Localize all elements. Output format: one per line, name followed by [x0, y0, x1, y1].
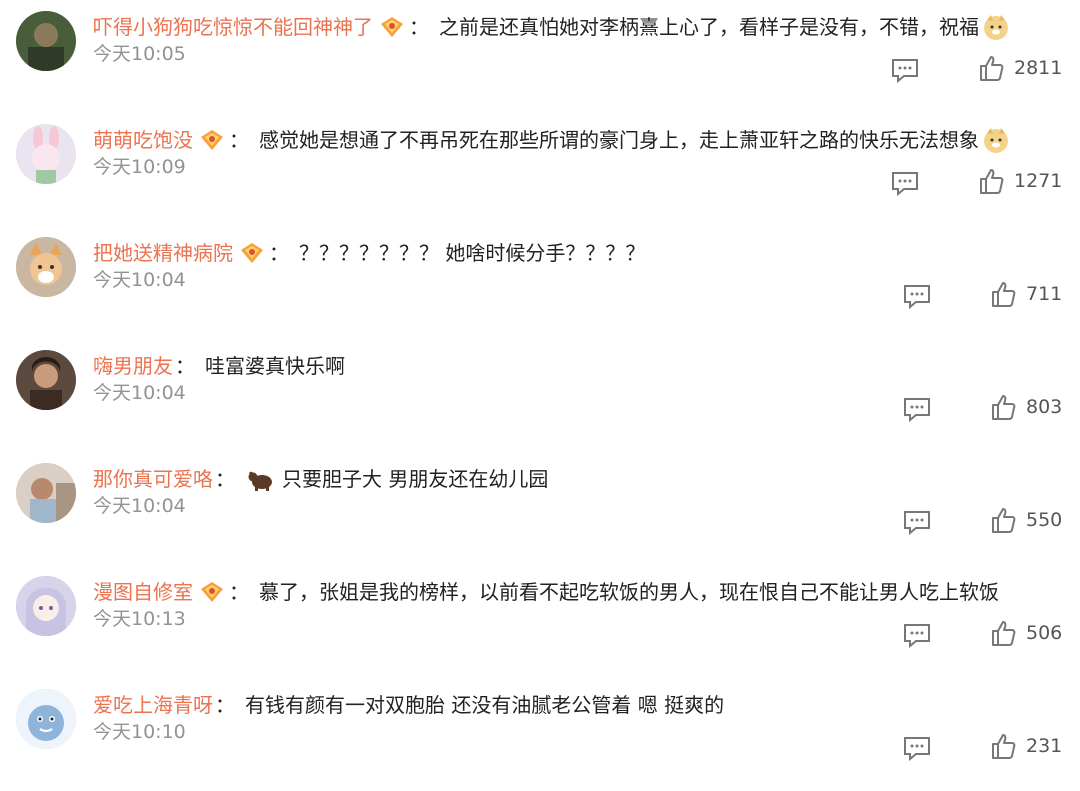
avatar[interactable] [16, 463, 76, 523]
like-count: 1271 [1014, 170, 1063, 192]
comment-line: 嗨男朋友：哇富婆真快乐啊 [93, 354, 345, 378]
comment-item: 嗨男朋友：哇富婆真快乐啊 今天10:04 803 [0, 339, 1080, 452]
thumbs-up-icon [980, 56, 1004, 81]
vip-badge-icon [239, 241, 265, 265]
comment-item: 爱吃上海青呀：有钱有颜有一对双胞胎 还没有油腻老公管着 嗯 挺爽的 今天10:1… [0, 678, 1080, 791]
comment-line: 把她送精神病院：？？？？？？？ 她啥时候分手？？？？ [93, 241, 646, 265]
username[interactable]: 那你真可爱咯 [93, 467, 213, 491]
doge-icon [982, 13, 1010, 41]
reply-icon[interactable] [890, 170, 920, 196]
like-button[interactable]: 1271 [978, 165, 1062, 197]
like-count: 2811 [1014, 57, 1063, 79]
thumbs-up-icon [992, 621, 1016, 646]
timestamp: 今天10:05 [93, 43, 186, 65]
bear-icon [247, 465, 275, 493]
vip-badge-icon [379, 15, 405, 39]
username[interactable]: 漫图自修室 [93, 580, 193, 604]
avatar[interactable] [16, 237, 76, 297]
comment-item: 把她送精神病院：？？？？？？？ 她啥时候分手？？？？ 今天10:04 711 [0, 226, 1080, 339]
username[interactable]: 萌萌吃饱没 [93, 128, 193, 152]
thumbs-up-icon [992, 508, 1016, 533]
like-button[interactable]: 2811 [978, 52, 1062, 84]
comment-line: 漫图自修室：慕了，张姐是我的榜样，以前看不起吃软饭的男人，现在恨自己不能让男人吃… [93, 580, 999, 604]
vip-badge-icon [199, 128, 225, 152]
like-count: 803 [1026, 396, 1063, 418]
comment-item: 吓得小狗狗吃惊惊不能回神神了：之前是还真怕她对李柄熹上心了，看样子是没有，不错，… [0, 0, 1080, 113]
reply-icon[interactable] [902, 283, 932, 309]
reply-icon[interactable] [902, 396, 932, 422]
like-button[interactable]: 231 [990, 730, 1062, 762]
timestamp: 今天10:04 [93, 269, 186, 291]
comment-text: 感觉她是想通了不再吊死在那些所谓的豪门身上，走上萧亚轩之路的快乐无法想象 [259, 128, 979, 152]
thumbs-up-icon [992, 282, 1016, 307]
comment-line: 爱吃上海青呀：有钱有颜有一对双胞胎 还没有油腻老公管着 嗯 挺爽的 [93, 693, 725, 717]
avatar[interactable] [16, 576, 76, 636]
timestamp: 今天10:04 [93, 495, 186, 517]
reply-icon[interactable] [902, 735, 932, 761]
timestamp: 今天10:10 [93, 721, 186, 743]
thumbs-up-icon [992, 395, 1016, 420]
like-count: 506 [1026, 622, 1063, 644]
like-button[interactable]: 550 [990, 504, 1062, 536]
thumbs-up-icon [980, 169, 1004, 194]
comment-text: 有钱有颜有一对双胞胎 还没有油腻老公管着 嗯 挺爽的 [245, 693, 725, 717]
username[interactable]: 嗨男朋友 [93, 354, 173, 378]
reply-icon[interactable] [902, 622, 932, 648]
comment-text: ？？？？？？？ 她啥时候分手？？？？ [299, 241, 646, 265]
username[interactable]: 把她送精神病院 [93, 241, 233, 265]
reply-icon[interactable] [902, 509, 932, 535]
avatar[interactable] [16, 11, 76, 71]
avatar[interactable] [16, 350, 76, 410]
doge-icon [982, 126, 1010, 154]
reply-icon[interactable] [890, 57, 920, 83]
timestamp: 今天10:04 [93, 382, 186, 404]
comment-item: 萌萌吃饱没：感觉她是想通了不再吊死在那些所谓的豪门身上，走上萧亚轩之路的快乐无法… [0, 113, 1080, 226]
like-count: 711 [1026, 283, 1063, 305]
comment-list: 吓得小狗狗吃惊惊不能回神神了：之前是还真怕她对李柄熹上心了，看样子是没有，不错，… [0, 0, 1080, 786]
comment-text: 只要胆子大 男朋友还在幼儿园 [282, 467, 549, 491]
comment-item: 漫图自修室：慕了，张姐是我的榜样，以前看不起吃软饭的男人，现在恨自己不能让男人吃… [0, 565, 1080, 678]
timestamp: 今天10:13 [93, 608, 186, 630]
like-button[interactable]: 506 [990, 617, 1062, 649]
comment-item: 那你真可爱咯：只要胆子大 男朋友还在幼儿园 今天10:04 550 [0, 452, 1080, 565]
avatar[interactable] [16, 689, 76, 749]
username[interactable]: 爱吃上海青呀 [93, 693, 213, 717]
like-count: 231 [1026, 735, 1063, 757]
comment-text: 慕了，张姐是我的榜样，以前看不起吃软饭的男人，现在恨自己不能让男人吃上软饭 [259, 580, 999, 604]
comment-line: 吓得小狗狗吃惊惊不能回神神了：之前是还真怕她对李柄熹上心了，看样子是没有，不错，… [93, 12, 1013, 42]
username[interactable]: 吓得小狗狗吃惊惊不能回神神了 [93, 15, 373, 39]
comment-text: 哇富婆真快乐啊 [205, 354, 345, 378]
timestamp: 今天10:09 [93, 156, 186, 178]
comment-line: 那你真可爱咯：只要胆子大 男朋友还在幼儿园 [93, 464, 548, 494]
comment-line: 萌萌吃饱没：感觉她是想通了不再吊死在那些所谓的豪门身上，走上萧亚轩之路的快乐无法… [93, 125, 1013, 155]
thumbs-up-icon [992, 734, 1016, 759]
vip-badge-icon [199, 580, 225, 604]
like-count: 550 [1026, 509, 1063, 531]
comment-text: 之前是还真怕她对李柄熹上心了，看样子是没有，不错，祝福 [439, 15, 979, 39]
avatar[interactable] [16, 124, 76, 184]
like-button[interactable]: 711 [990, 278, 1062, 310]
like-button[interactable]: 803 [990, 391, 1062, 423]
